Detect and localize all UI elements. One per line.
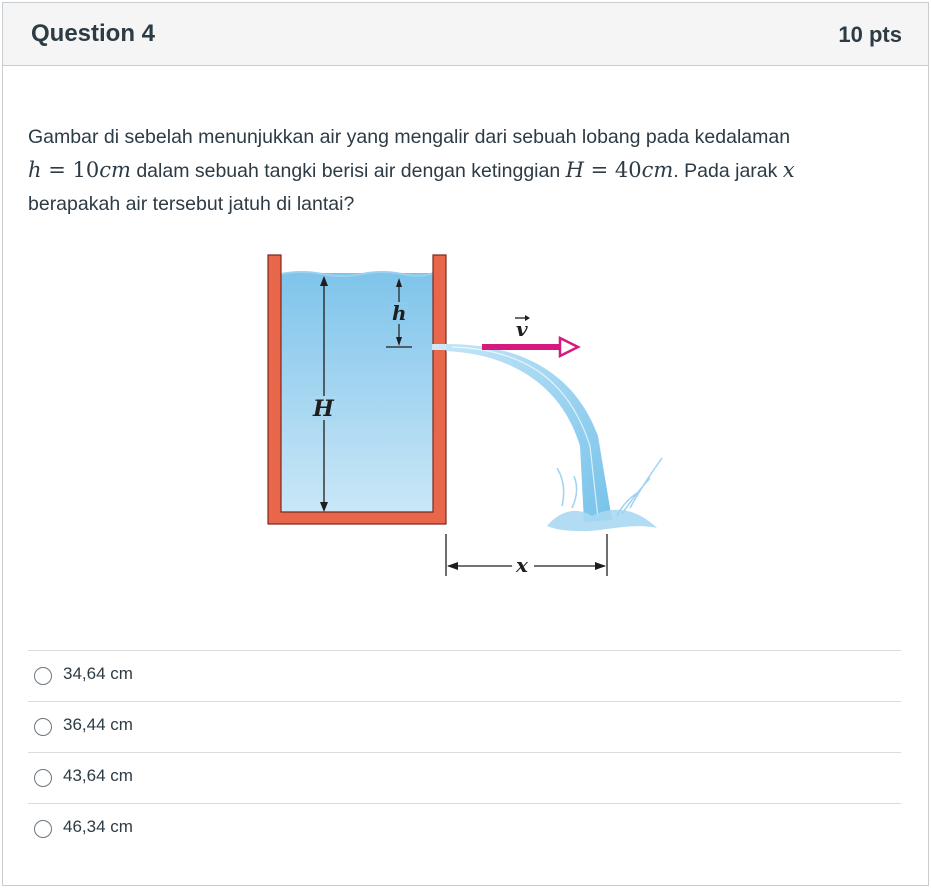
question-text: Gambar di sebelah menunjukkan air yang m…	[28, 121, 888, 221]
answer-list: 34,64 cm 36,44 cm 43,64 cm 46,34 cm	[28, 650, 901, 854]
x-arrow-right	[595, 562, 606, 570]
answer-option[interactable]: 36,44 cm	[28, 701, 901, 752]
label-H: H	[312, 396, 335, 422]
tank-hole	[432, 344, 448, 350]
answer-label: 34,64 cm	[63, 664, 133, 683]
label-x: x	[515, 553, 529, 577]
tank-water	[281, 273, 433, 524]
velocity-arrow-head	[558, 335, 581, 359]
math-h-var: h	[28, 158, 42, 182]
math-H-value: 40	[614, 158, 642, 182]
math-unit-2: cm	[641, 158, 674, 182]
answer-label: 46,34 cm	[63, 817, 133, 836]
x-arrow-left	[447, 562, 458, 570]
label-h: h	[392, 301, 407, 325]
math-eq-1: =	[41, 158, 73, 182]
math-H-expression: H = 40cm	[566, 158, 674, 182]
answer-option[interactable]: 43,64 cm	[28, 752, 901, 803]
question-header: Question 4 10 pts	[3, 3, 928, 66]
answer-label: 36,44 cm	[63, 715, 133, 734]
math-H-var: H	[565, 158, 584, 182]
answer-option[interactable]: 46,34 cm	[28, 803, 901, 854]
answer-option[interactable]: 34,64 cm	[28, 650, 901, 701]
radio-button[interactable]	[34, 820, 52, 838]
question-text-part2: dalam sebuah tangki berisi air dengan ke…	[130, 160, 566, 182]
math-x-var: x	[782, 158, 795, 182]
question-title: Question 4	[31, 20, 156, 47]
question-text-part1: Gambar di sebelah menunjukkan air yang m…	[28, 126, 791, 148]
question-text-part3: . Pada jarak	[673, 160, 783, 182]
math-eq-2: =	[583, 158, 615, 182]
velocity-arrow-shaft	[482, 344, 562, 350]
math-h-expression: h = 10cm	[28, 158, 131, 182]
answer-label: 43,64 cm	[63, 766, 133, 785]
question-text-part4: berapakah air tersebut jatuh di lantai?	[28, 193, 355, 215]
radio-button[interactable]	[34, 718, 52, 736]
radio-button[interactable]	[34, 769, 52, 787]
label-v: v	[516, 317, 528, 341]
math-h-value: 10	[72, 158, 100, 182]
question-points: 10 pts	[838, 22, 902, 47]
math-unit-1: cm	[99, 158, 131, 182]
tank-figure: H h v x	[267, 254, 663, 578]
water-splash	[547, 509, 657, 532]
water-jet	[446, 344, 612, 522]
radio-button[interactable]	[34, 667, 52, 685]
